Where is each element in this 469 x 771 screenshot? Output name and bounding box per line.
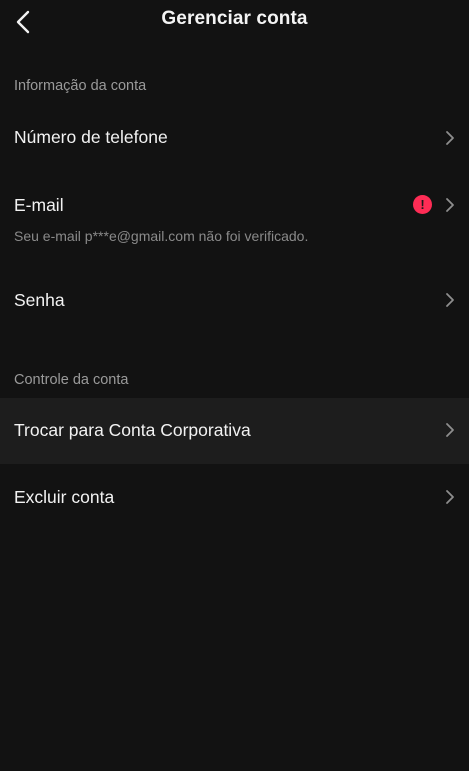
top-bar: Gerenciar conta — [0, 0, 469, 44]
chevron-right-icon — [446, 198, 454, 212]
row-label-switch-business: Trocar para Conta Corporativa — [14, 420, 251, 440]
section-header-account-info: Informação da conta — [14, 78, 147, 94]
row-label-delete-account: Excluir conta — [14, 487, 115, 507]
row-phone-number[interactable]: Número de telefone — [0, 112, 469, 164]
alert-mark: ! — [420, 197, 425, 212]
section-header-account-control: Controle da conta — [14, 372, 129, 388]
row-delete-account[interactable]: Excluir conta — [0, 472, 469, 524]
exclamation-circle-icon: ! — [413, 195, 432, 214]
chevron-right-icon — [446, 293, 454, 307]
row-password[interactable]: Senha — [0, 275, 469, 327]
chevron-right-icon — [446, 131, 454, 145]
page-title: Gerenciar conta — [161, 8, 308, 29]
chevron-right-icon — [446, 423, 454, 437]
row-switch-to-business[interactable]: Trocar para Conta Corporativa — [0, 398, 469, 464]
row-label-password: Senha — [14, 290, 65, 310]
row-label-email: E-mail — [14, 195, 64, 215]
email-verification-warning: Seu e-mail p***e@gmail.com não foi verif… — [14, 228, 309, 244]
row-label-phone: Número de telefone — [14, 127, 168, 147]
chevron-right-icon — [446, 490, 454, 504]
row-email[interactable]: E-mail Seu e-mail p***e@gmail.com não fo… — [0, 180, 469, 256]
